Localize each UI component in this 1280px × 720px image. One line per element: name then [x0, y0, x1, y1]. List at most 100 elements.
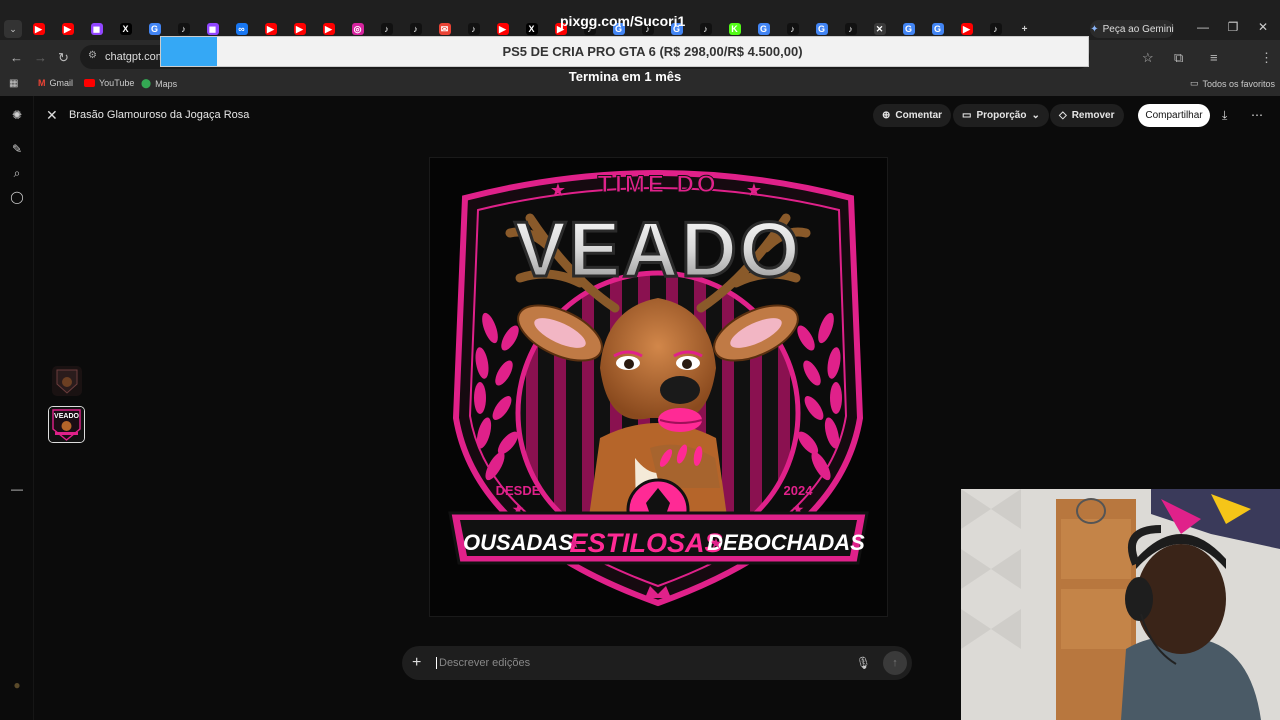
gemini-label: Peça ao Gemini	[1102, 23, 1174, 35]
url-text: chatgpt.com/	[105, 51, 168, 63]
browser-tab-bar: ▶ ▶ ◼ X G ♪ ◼ ∞ ▶ ▶ ▶ ◎ ♪ ♪ ✉ ♪ ▶ X ▶ ♪ G ♪ G ♪ K G ♪ G ♪ ✕ G G ▶ ♪ + pixg…	[0, 0, 1280, 40]
svg-text:★: ★	[568, 535, 581, 551]
eraser-icon: ◇	[1059, 110, 1067, 121]
goal-banner-text: PS5 DE CRIA PRO GTA 6 (R$ 298,00/R$ 4.50…	[502, 44, 803, 59]
webcam-overlay	[961, 489, 1280, 720]
image-title: Brasão Glamouroso da Jogaça Rosa	[69, 109, 250, 121]
kick-icon: K	[728, 23, 741, 35]
svg-text:★: ★	[710, 535, 723, 551]
aspect-ratio-button[interactable]: ▭ Proporção ⌄	[953, 104, 1049, 127]
youtube-icon: ▶	[264, 23, 277, 35]
crest-main-text: VEADO	[514, 205, 801, 293]
instagram-icon: ◎	[351, 23, 364, 35]
x-icon: X	[119, 23, 132, 35]
goal-progress-fill	[161, 37, 217, 66]
meta-icon: ∞	[235, 23, 248, 35]
sparkle-icon: ✦	[1090, 23, 1099, 35]
svg-text:★: ★	[746, 180, 762, 200]
chevron-down-icon: ⌄	[1031, 110, 1040, 121]
forward-icon[interactable]: →	[34, 50, 47, 65]
ribbon-word-1: OUSADAS	[463, 530, 573, 555]
youtube-icon: ▶	[960, 23, 973, 35]
twitch-icon: ◼	[206, 23, 219, 35]
remove-button[interactable]: ◇ Remover	[1050, 104, 1124, 127]
menu-icon[interactable]: ⋮	[1260, 50, 1273, 66]
restore-icon[interactable]: ❐	[1218, 20, 1248, 34]
plus-circle-icon: ⊕	[882, 110, 891, 121]
back-icon[interactable]: ←	[10, 50, 23, 65]
goal-deadline: Termina em 1 mês	[568, 69, 682, 84]
add-icon[interactable]: +	[412, 654, 428, 672]
chat-bubble-icon[interactable]: ◯	[10, 190, 24, 204]
edit-prompt-input[interactable]	[436, 657, 856, 669]
minimize-icon[interactable]: —	[1188, 20, 1218, 34]
ratio-label: Proporção	[976, 110, 1027, 121]
browser-tab[interactable]: ▶	[53, 18, 82, 40]
aspect-ratio-icon: ▭	[962, 110, 972, 121]
left-rail: ✺ ✎ ⌕ ◯ — ●	[0, 96, 34, 720]
google-icon: G	[757, 23, 770, 35]
browser-tab[interactable]: ◼	[82, 18, 111, 40]
twitch-icon: ◼	[90, 23, 103, 35]
search-icon[interactable]: ⌕	[10, 166, 24, 180]
bookmark-star-icon[interactable]: ☆	[1142, 50, 1154, 66]
thumbnail-text: VEADO	[54, 413, 79, 420]
crest-top-text: TIME DO	[598, 171, 719, 198]
openai-logo-icon[interactable]: ✺	[10, 108, 24, 122]
youtube-icon: ▶	[61, 23, 74, 35]
tiktok-icon: ♪	[409, 23, 422, 35]
gemini-button[interactable]: ✦ Peça ao Gemini	[1090, 20, 1174, 38]
more-options-icon[interactable]: ⋯	[1251, 108, 1263, 122]
reload-icon[interactable]: ↻	[58, 50, 69, 66]
extensions-icon[interactable]: ⧉	[1174, 50, 1183, 66]
tiktok-icon: ♪	[467, 23, 480, 35]
tab-search-icon[interactable]: ⌄	[4, 20, 22, 38]
comment-label: Comentar	[895, 110, 943, 121]
google-icon: G	[148, 23, 161, 35]
browser-tab[interactable]: X	[111, 18, 140, 40]
close-icon[interactable]: ✕	[46, 107, 58, 124]
remove-label: Remover	[1071, 110, 1115, 121]
team-crest-artwork: ★ ★ ★ ★ TIME DO VEADO DESDE 2024 OUSADAS…	[430, 158, 887, 616]
browser-tab[interactable]: ▶	[24, 18, 53, 40]
site-info-icon[interactable]: ⚙	[88, 50, 97, 61]
new-chat-icon[interactable]: ✎	[10, 142, 24, 156]
tiktok-icon: ♪	[699, 23, 712, 35]
youtube-icon: ▶	[293, 23, 306, 35]
image-thumbnail-selected[interactable]: VEADO	[48, 406, 85, 443]
tiktok-icon: ♪	[786, 23, 799, 35]
crest-year: 2024	[784, 483, 814, 498]
close-window-icon[interactable]: ✕	[1248, 20, 1278, 34]
youtube-icon: ▶	[496, 23, 509, 35]
media-icon[interactable]: ≡	[1210, 50, 1218, 65]
google-icon: G	[815, 23, 828, 35]
edit-composer: + 🎙 ↑	[402, 646, 912, 680]
ribbon-word-2: ESTILOSAS	[569, 528, 722, 558]
microphone-icon[interactable]: 🎙	[856, 656, 871, 670]
google-icon: G	[902, 23, 915, 35]
tiktok-icon: ♪	[380, 23, 393, 35]
youtube-icon: ▶	[32, 23, 45, 35]
share-button[interactable]: Compartilhar	[1138, 104, 1210, 127]
webcam-feed-image	[961, 489, 1280, 720]
tiktok-icon: ♪	[989, 23, 1002, 35]
svg-text:★: ★	[550, 180, 566, 200]
download-icon[interactable]: ⤓	[1222, 108, 1227, 123]
goal-banner: PS5 DE CRIA PRO GTA 6 (R$ 298,00/R$ 4.50…	[160, 36, 1089, 67]
stream-overlay-title: pixgg.com/Sucori1	[560, 13, 686, 29]
thumbnail-art: VEADO	[49, 407, 84, 442]
tiktok-icon: ♪	[844, 23, 857, 35]
gmail-icon: ✉	[438, 23, 451, 35]
tiktok-icon: ♪	[177, 23, 190, 35]
image-thumbnail[interactable]	[52, 366, 82, 396]
x-icon: X	[525, 23, 538, 35]
close-icon: ✕	[873, 23, 886, 35]
send-button[interactable]: ↑	[883, 651, 907, 675]
comment-button[interactable]: ⊕ Comentar	[873, 104, 952, 127]
user-avatar-icon[interactable]: ●	[10, 678, 24, 692]
crest-since-label: DESDE	[496, 483, 541, 498]
generated-image[interactable]: ★ ★ ★ ★ TIME DO VEADO DESDE 2024 OUSADAS…	[429, 157, 888, 617]
ribbon-word-3: DEBOCHADAS	[707, 530, 865, 555]
collapse-icon[interactable]: —	[10, 482, 24, 496]
google-icon: G	[931, 23, 944, 35]
